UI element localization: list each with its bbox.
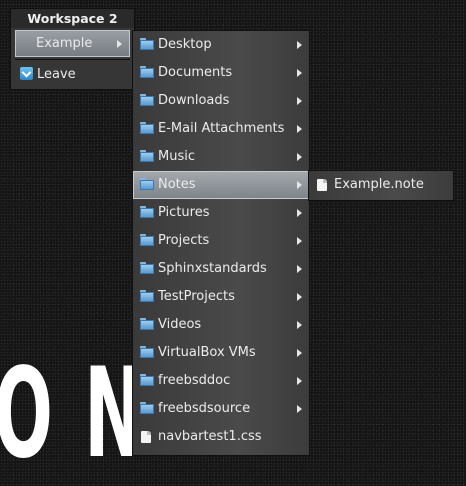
menu-item-label: Example.note	[334, 177, 424, 192]
menu-item-label: Projects	[158, 233, 210, 248]
folder-icon	[140, 318, 154, 330]
menu-item-label: Sphinxstandards	[158, 261, 267, 276]
menu-item-desktop[interactable]: Desktop	[133, 31, 309, 59]
menu-item-downloads[interactable]: Downloads	[133, 87, 309, 115]
submenu-arrow-icon	[297, 69, 302, 77]
submenu-arrow-icon	[297, 153, 302, 161]
folder-icon	[140, 402, 154, 414]
menu-item-label: Pictures	[158, 205, 210, 220]
menu-item-projects[interactable]: Projects	[133, 227, 309, 255]
folder-icon	[140, 346, 154, 358]
folder-icon	[140, 206, 154, 218]
folder-icon	[140, 374, 154, 386]
menu-item-sphinxstandards[interactable]: Sphinxstandards	[133, 255, 309, 283]
root-item-leave[interactable]: Leave	[15, 61, 130, 88]
folder-icon	[140, 122, 154, 134]
submenu-arrow-icon	[297, 209, 302, 217]
root-item-label: Example	[36, 36, 93, 51]
workspace-title: Workspace 2	[11, 9, 134, 28]
submenu-arrow-icon	[297, 265, 302, 273]
menu-item-label: VirtualBox VMs	[158, 345, 256, 360]
menu-separator	[15, 59, 130, 60]
file-icon	[317, 179, 327, 191]
menu-item-label: Downloads	[158, 93, 230, 108]
menu-item-label: Videos	[158, 317, 202, 332]
menu-item-label: freebsdsource	[158, 401, 251, 416]
submenu-arrow-icon	[297, 349, 302, 357]
menu-item-notes[interactable]: Notes	[133, 171, 309, 199]
menu-item-pictures[interactable]: Pictures	[133, 199, 309, 227]
menu-item-label: freebsddoc	[158, 373, 231, 388]
menu-item-label: Notes	[158, 177, 196, 192]
folder-icon	[140, 234, 154, 246]
root-item-example[interactable]: Example	[15, 30, 130, 57]
submenu-arrow-icon	[297, 321, 302, 329]
submenu-arrow-icon	[297, 377, 302, 385]
file-icon	[141, 431, 151, 443]
menu-item-freebsdsource[interactable]: freebsdsource	[133, 395, 309, 423]
menu-item-navbartest1-css[interactable]: navbartest1.css	[133, 423, 309, 451]
menu-item-label: Desktop	[158, 37, 212, 52]
notes-submenu: Example.note	[309, 171, 453, 200]
menu-item-videos[interactable]: Videos	[133, 311, 309, 339]
submenu-arrow-icon	[297, 41, 302, 49]
submenu-arrow-icon	[297, 97, 302, 105]
submenu-arrow-icon	[297, 181, 302, 189]
submenu-arrow-icon	[297, 405, 302, 413]
folder-icon	[140, 38, 154, 50]
folder-icon	[140, 262, 154, 274]
folder-icon	[140, 150, 154, 162]
submenu-arrow-icon	[117, 40, 122, 48]
folder-icon	[140, 178, 154, 190]
menu-item-label: TestProjects	[158, 289, 235, 304]
folder-icon	[140, 66, 154, 78]
workspace-root-menu: Workspace 2 Example Leave	[11, 9, 134, 89]
menu-item-email-attachments[interactable]: E-Mail Attachments	[133, 115, 309, 143]
menu-item-virtualbox-vms[interactable]: VirtualBox VMs	[133, 339, 309, 367]
menu-item-music[interactable]: Music	[133, 143, 309, 171]
folder-icon	[140, 290, 154, 302]
root-item-label: Leave	[37, 67, 76, 82]
menu-item-label: navbartest1.css	[158, 429, 262, 444]
menu-item-label: E-Mail Attachments	[158, 121, 285, 136]
menu-item-freebsddoc[interactable]: freebsddoc	[133, 367, 309, 395]
menu-item-documents[interactable]: Documents	[133, 59, 309, 87]
submenu-arrow-icon	[297, 293, 302, 301]
example-submenu: Desktop Documents Downloads E-Mail Attac…	[133, 31, 309, 455]
menu-item-label: Documents	[158, 65, 233, 80]
leave-icon	[20, 67, 33, 80]
menu-item-testprojects[interactable]: TestProjects	[133, 283, 309, 311]
menu-item-label: Music	[158, 149, 195, 164]
menu-item-example-note[interactable]: Example.note	[309, 171, 453, 199]
folder-icon	[140, 94, 154, 106]
submenu-arrow-icon	[297, 237, 302, 245]
submenu-arrow-icon	[297, 125, 302, 133]
